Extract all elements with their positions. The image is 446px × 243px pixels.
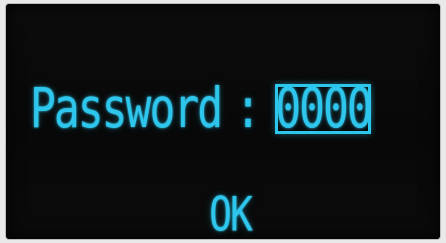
password-row: Password : 0000 <box>30 76 373 141</box>
password-label: Password <box>30 76 223 141</box>
ok-button[interactable]: OK <box>202 186 258 239</box>
password-field[interactable]: 0000 <box>275 76 373 141</box>
oled-screen: Password : 0000 OK <box>6 4 440 239</box>
password-value: 0000 <box>275 76 373 141</box>
ok-button-label: OK <box>209 186 253 239</box>
password-separator: : <box>235 76 261 141</box>
display-bezel: Password : 0000 OK <box>0 0 446 243</box>
